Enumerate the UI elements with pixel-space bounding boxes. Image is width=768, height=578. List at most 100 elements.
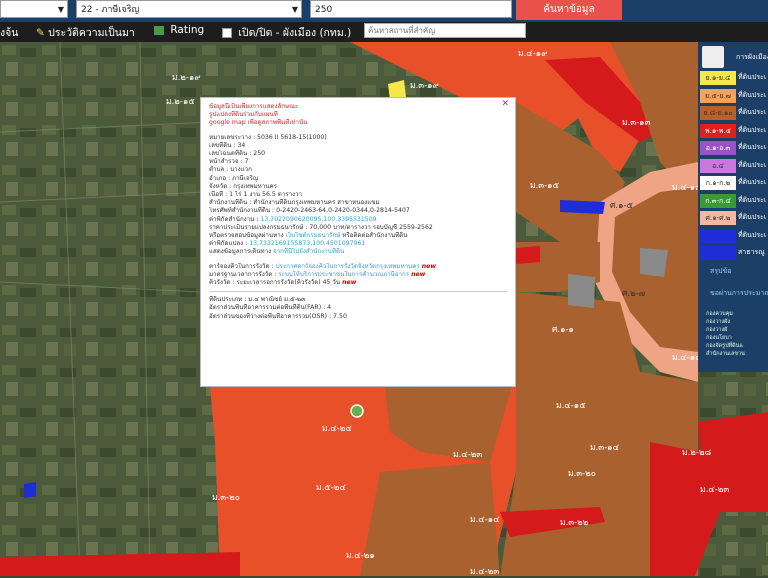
legend-swatch: อ.๑-อ.๓ <box>700 141 736 155</box>
legend-row: ย.๑-ย.๔ ที่ดินประเ <box>698 70 768 87</box>
survey-queue-link[interactable]: ประกาศคาร์จองคิวในการรังวัดจังหวัดกรุงเท… <box>276 263 420 270</box>
close-icon[interactable]: ✕ <box>501 99 509 108</box>
history-label: ประวัติความเป็นมา <box>48 27 135 39</box>
parcel-area: เนื้อที่ : 1 ไร่ 1 งาน 56.5 ตารางวา <box>209 191 303 199</box>
legend-label: ที่ดินประเ <box>738 213 767 221</box>
toolbar-item-partial[interactable]: งจ้น <box>0 24 18 41</box>
appraisal-price: ราคาประเมินรายแปลงกรมธนารักษ์ : 70,000 บ… <box>209 223 433 231</box>
legend-row: ย.๘-ย.๑๐ ที่ดินประเ <box>698 105 768 122</box>
map-label: ม.๔-๑๔ <box>470 515 500 525</box>
price-check: หรือตรวจสอบข้อมูลผ่านทาง เว็บไซต์กรมธนาร… <box>209 232 507 240</box>
province-select[interactable]: ▼ <box>0 0 68 18</box>
legend-row: ย.๕-ย.๗ ที่ดินประเ <box>698 88 768 105</box>
zone-polygon[interactable] <box>560 200 605 214</box>
map-label: ศ.๒-๗ <box>622 289 646 299</box>
far-ratio: อัตราส่วนพื้นที่อาคารรวมต่อพื้นที่ดิน(FA… <box>209 304 332 312</box>
popup-note: google map เพื่อดูสภาพพื้นที่เท่านั้น <box>209 119 308 127</box>
history-link[interactable]: ✎ ประวัติความเป็นมา <box>36 24 135 41</box>
parcel-coordinate-link[interactable]: 13.7332169155873,100.4501097961 <box>249 240 365 247</box>
legend-label: ที่ดินประเ <box>738 143 767 151</box>
legend-small-link[interactable]: กองควบคุม <box>706 310 733 318</box>
new-badge: new <box>421 262 437 270</box>
popup-divider <box>209 291 507 293</box>
legend-title: การผังเมือง <box>736 53 768 61</box>
map-label: ม.๓-๒๒ <box>560 518 589 528</box>
chevron-down-icon: ▼ <box>57 5 64 14</box>
legend-swatch: ย.๕-ย.๗ <box>700 88 736 103</box>
office-coordinate-link[interactable]: 13.7022090620095,100.3395531509 <box>260 216 376 223</box>
map-label: ม.๔-๒๔ <box>322 424 352 434</box>
map-label: ม.๓-๑๙ <box>410 81 439 91</box>
map-marker[interactable] <box>350 404 364 418</box>
district-select[interactable]: 22 - ภาษีเจริญ ▼ <box>76 0 302 18</box>
deed-number: เลขโฉนดที่ดิน : 250 <box>209 150 266 158</box>
legend-small-link[interactable]: สำนักงานเลขาน <box>706 350 745 358</box>
treasury-website-link[interactable]: เว็บไซต์กรมธนารักษ์ <box>286 232 341 239</box>
map-label: ม.๔-๒๓ <box>700 485 730 495</box>
map-label: ศ.๑-๑ <box>552 325 574 335</box>
route-link[interactable]: จากที่นี่ไปยังสำนักงานที่ดิน <box>273 248 344 255</box>
place-search-input[interactable] <box>364 23 526 38</box>
popup-note: ข้อมูลนี้เป็นเพียงการแสดงลักษณะ <box>209 103 299 110</box>
search-button[interactable]: ค้นหาข้อมูล <box>516 0 622 20</box>
legend-swatch: ย.๑-ย.๔ <box>700 71 736 85</box>
zone-polygon[interactable] <box>24 482 36 498</box>
map-label: ม.๒-๒๘ <box>682 448 712 458</box>
legend-small-link[interactable]: กองจัดรูปที่ดินแ <box>706 342 743 350</box>
legend-swatch <box>700 228 736 243</box>
legend-row: สาธารณู <box>698 245 768 262</box>
price-check-text: หรือติดต่อสำนักงานที่ดิน <box>340 232 408 240</box>
search-bar: ▼ 22 - ภาษีเจริญ ▼ 250 ค้นหาข้อมูล <box>0 0 768 22</box>
legend-label: ที่ดินประเ <box>738 178 767 186</box>
summary-link[interactable]: สรุปข้อ <box>710 266 731 277</box>
survey-standard-link[interactable]: ระบบให้บริการประชาชนในการคำนวณภาษีอากร <box>278 271 409 278</box>
office-coordinate-label: ค่าพิกัดสำนักงาน : <box>209 215 261 223</box>
survey-queue: คาร์จองคิวในการรังวัด : ประกาศคาร์จองคิว… <box>209 263 507 271</box>
route-info: แสดงข้อมูลการเดินทาง จากที่นี่ไปยังสำนัก… <box>209 248 507 256</box>
zone-polygon[interactable] <box>640 248 668 277</box>
map-label: ม.๒-๑๕ <box>166 97 195 107</box>
cityplan-logo-icon <box>702 46 724 68</box>
legend-swatch: ย.๘-ย.๑๐ <box>700 106 736 120</box>
deed-number-input[interactable]: 250 <box>310 0 512 18</box>
legend-label: ที่ดินประเ <box>738 125 767 134</box>
cityplan-checkbox[interactable] <box>222 28 232 38</box>
map-label: ศ.๑-๕ <box>610 201 633 211</box>
chevron-down-icon: ▼ <box>291 5 298 14</box>
district-select-value: 22 - ภาษีเจริญ <box>81 5 140 15</box>
land-office: สำนักงานที่ดิน : สำนักงานที่ดินกรุงเทพมห… <box>209 199 380 207</box>
map-label: ม.๓-๑๔ <box>590 443 620 453</box>
popup-note: รูปแปลงที่ดินร่วมกับแผนที่ <box>209 111 278 119</box>
legend-row: ก.๓-ก.๔ ที่ดินประเ <box>698 193 768 210</box>
survey-queue-label: คาร์จองคิวในการรังวัด : <box>209 262 276 270</box>
legend-small-link[interactable]: กองนโยบา <box>706 334 732 342</box>
leaf-icon: ✎ <box>36 27 45 39</box>
province: จังหวัด : กรุงเทพมหานคร <box>209 182 277 190</box>
new-badge: new <box>411 270 426 278</box>
legend-swatch: อ.๔ <box>700 158 736 173</box>
legend-label: ที่ดินประเ <box>738 195 767 204</box>
map-label: ม.๔-๒๓ <box>453 450 483 460</box>
map-label: ม.๔-๑๕ <box>556 401 586 411</box>
survey-wait-text: คิวรังวัด : ระยะเวลารอการรังวัด(คิวรังวั… <box>209 279 341 287</box>
legend-row: ศ.๑-ศ.๒ ที่ดินประเ <box>698 210 768 227</box>
land-office-phone: โทรศัพท์สำนักงานที่ดิน : 0-2420-2463-64,… <box>209 207 410 215</box>
zone-polygon[interactable] <box>568 274 595 308</box>
price-check-text: หรือตรวจสอบข้อมูลผ่านทาง <box>209 232 286 240</box>
survey-page: หน้าสำรวจ : 7 <box>209 158 249 166</box>
cityplan-toggle[interactable]: เปิด/ปิด - ผังเมือง (กทม.) <box>222 24 351 41</box>
map-label: ม.๓-๒๐ <box>212 493 240 503</box>
zone-polygon[interactable] <box>516 246 540 264</box>
amphoe: อำเภอ : ภาษีเจริญ <box>209 174 259 182</box>
chart-icon <box>154 25 164 35</box>
rating-link[interactable]: Rating <box>154 24 204 36</box>
legend-label: ที่ดินประเ <box>738 160 767 169</box>
legend-small-link[interactable]: กองวางผัง <box>706 318 730 326</box>
map-label: ม.๓-๑๓ <box>622 118 651 128</box>
estimate-link[interactable]: ขอผ่านการประมาณ <box>710 288 768 299</box>
legend-small-link[interactable]: กองวางผั <box>706 326 727 334</box>
map-label: ม.๔-๑๙ <box>518 49 548 59</box>
map-label: ม.๕-๒๔ <box>316 483 346 493</box>
deed-number-value: 250 <box>315 5 333 15</box>
legend-swatch: ก.๑-ก.๒ <box>700 176 736 190</box>
